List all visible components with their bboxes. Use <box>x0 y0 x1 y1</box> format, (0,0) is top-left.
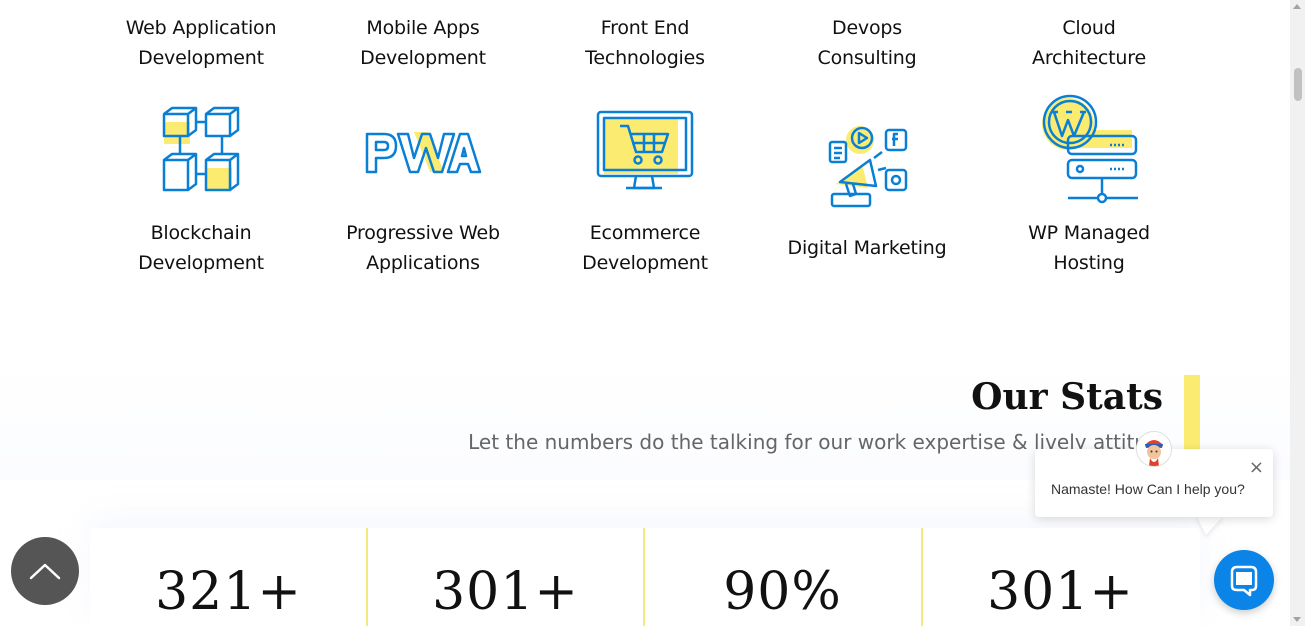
service-label-line1: Devops <box>832 17 902 39</box>
chat-launcher-button[interactable] <box>1214 550 1274 610</box>
stat-value: 301+ <box>432 562 579 622</box>
service-label-line1: WP Managed <box>1028 222 1150 244</box>
service-web-application[interactable]: Web Application Development <box>90 13 312 73</box>
blockchain-icon <box>162 106 240 192</box>
service-digital-marketing[interactable]: Digital Marketing <box>756 233 978 263</box>
chat-agent-avatar <box>1136 431 1172 467</box>
service-label-line2: Development <box>360 47 486 69</box>
service-mobile-apps[interactable]: Mobile Apps Development <box>312 13 534 73</box>
service-label-line2: Development <box>138 252 264 274</box>
service-front-end[interactable]: Front End Technologies <box>534 13 756 73</box>
vertical-scrollbar[interactable] <box>1290 0 1305 626</box>
stat-card: 301+ <box>366 528 643 626</box>
scroll-to-top-button[interactable] <box>11 537 79 605</box>
stat-card: 90% <box>643 528 920 626</box>
stat-card: 321+ <box>90 528 367 626</box>
stat-value: 321+ <box>155 562 302 622</box>
service-devops[interactable]: Devops Consulting <box>756 13 978 73</box>
service-label-line2: Applications <box>366 252 480 274</box>
chat-icon <box>1230 565 1258 597</box>
stats-row: 321+ 301+ 90% 301+ <box>90 528 1200 626</box>
service-label-line1: Front End <box>600 17 690 39</box>
scroll-down-arrow-icon[interactable] <box>1293 617 1301 622</box>
service-label-line1: Web Application <box>125 17 277 39</box>
stat-value: 90% <box>723 562 842 622</box>
service-label-line2: Hosting <box>1053 252 1125 274</box>
pwa-icon <box>365 132 482 174</box>
chat-bubble-tail <box>1196 515 1224 535</box>
service-label-line1: Digital Marketing <box>787 237 947 259</box>
chevron-up-icon <box>29 563 61 580</box>
service-label-line2: Technologies <box>585 47 705 69</box>
service-label-line1: Ecommerce <box>589 222 701 244</box>
chat-greeting-text: Namaste! How Can I help you? <box>1051 481 1245 497</box>
service-label-line1: Blockchain <box>150 222 252 244</box>
digital-marketing-icon <box>828 126 908 208</box>
service-label-line2: Consulting <box>817 47 917 69</box>
service-label-line2: Development <box>582 252 708 274</box>
service-label-line2: Architecture <box>1032 47 1146 69</box>
service-cloud[interactable]: Cloud Architecture <box>978 13 1200 73</box>
service-wp-hosting[interactable]: WP Managed Hosting <box>978 218 1200 278</box>
wordpress-hosting-icon <box>1042 94 1138 204</box>
service-label-line1: Progressive Web <box>346 222 500 244</box>
service-blockchain[interactable]: Blockchain Development <box>90 218 312 278</box>
service-label-line1: Mobile Apps <box>366 17 480 39</box>
service-label-line1: Cloud <box>1062 17 1116 39</box>
service-label-line2: Development <box>138 47 264 69</box>
service-pwa[interactable]: Progressive Web Applications <box>312 218 534 278</box>
scrollbar-thumb[interactable] <box>1294 68 1302 101</box>
stats-title: Our Stats <box>971 376 1163 418</box>
service-ecommerce[interactable]: Ecommerce Development <box>534 218 756 278</box>
agent-avatar-icon <box>1137 432 1171 466</box>
stat-card: 301+ <box>921 528 1198 626</box>
scroll-up-arrow-icon[interactable] <box>1293 4 1301 9</box>
ecommerce-icon <box>596 110 694 190</box>
stat-value: 301+ <box>987 562 1134 622</box>
close-icon[interactable]: × <box>1249 459 1264 477</box>
